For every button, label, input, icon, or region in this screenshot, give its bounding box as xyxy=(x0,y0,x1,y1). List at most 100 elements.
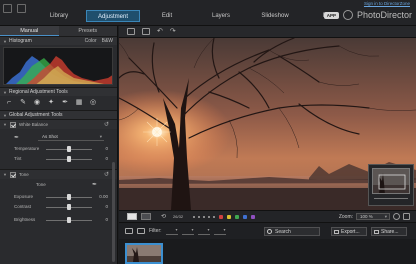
flag-red[interactable] xyxy=(219,214,224,219)
tone-body: Tone ✒ Exposure 0.00 Contrast 0 Brightne… xyxy=(0,179,117,231)
white-balance-checkbox[interactable] xyxy=(9,121,16,128)
fullscreen-icon[interactable] xyxy=(403,213,410,220)
filter-label: Filter: xyxy=(149,228,162,234)
rotate-icon[interactable]: ⟲ xyxy=(161,213,166,220)
rating-stars[interactable] xyxy=(193,215,216,218)
tab-layers[interactable]: Layers xyxy=(194,10,248,22)
filmstrip-thumbnail-selected[interactable] xyxy=(125,243,163,264)
tab-presets[interactable]: Presets xyxy=(58,26,117,36)
temperature-value[interactable]: 0 xyxy=(105,146,108,151)
flag-yellow[interactable] xyxy=(227,214,232,219)
single-view-button[interactable] xyxy=(127,213,137,220)
filter-rating-select[interactable] xyxy=(165,227,178,235)
undo-icon[interactable]: ↶ xyxy=(157,28,163,35)
signin-link[interactable]: Sign in to DirectorZone xyxy=(364,1,410,6)
histogram-title: Histogram xyxy=(8,37,32,44)
filter-sort-select[interactable] xyxy=(213,227,226,235)
folder-icon[interactable] xyxy=(127,28,135,35)
settings-icon[interactable] xyxy=(17,4,26,13)
navigator-thumbnail[interactable] xyxy=(372,168,410,194)
export-button[interactable]: Export... xyxy=(331,227,367,236)
tone-header[interactable]: ▼ Tone ↺ xyxy=(0,169,117,179)
brightness-slider[interactable]: Brightness 0 xyxy=(14,216,108,224)
histogram-header[interactable]: ▼ Histogram Color B&W xyxy=(0,36,117,45)
exposure-value[interactable]: 0.00 xyxy=(99,194,108,199)
filter-color-select[interactable] xyxy=(197,227,210,235)
white-balance-preset-select[interactable]: As Shot xyxy=(38,133,104,141)
image-toolbar: ↶ ↷ xyxy=(119,26,416,38)
exposure-label: Exposure xyxy=(14,194,34,199)
contrast-slider[interactable]: Contrast 0 xyxy=(14,203,108,211)
global-tools-header[interactable]: ▼ Global Adjustment Tools xyxy=(0,110,117,119)
tint-value[interactable]: 0 xyxy=(105,156,108,161)
flag-blue[interactable] xyxy=(243,214,248,219)
share-icon xyxy=(374,230,379,234)
tint-slider[interactable]: Tint 0 xyxy=(14,155,108,163)
filter-bar: Filter: Search Export... Share... xyxy=(119,222,416,239)
tone-checkbox[interactable] xyxy=(9,171,16,178)
panel-tabs: Manual Presets xyxy=(0,26,117,36)
navigator-preview[interactable] xyxy=(368,164,414,206)
flag-purple[interactable] xyxy=(251,214,256,219)
regional-tools-row: ⌐ ✎ ◉ ✦ ✒ ▦ ◎ xyxy=(0,96,117,110)
exposure-slider[interactable]: Exposure 0.00 xyxy=(14,193,108,201)
collapse-caret-icon: ▼ xyxy=(3,89,7,95)
brightness-value[interactable]: 0 xyxy=(105,217,108,222)
red-eye-icon[interactable]: ✦ xyxy=(47,99,55,107)
histogram-bw-toggle[interactable]: B&W xyxy=(102,37,113,46)
tab-edit[interactable]: Edit xyxy=(140,10,194,22)
filter-flag-select[interactable] xyxy=(181,227,194,235)
brush-icon[interactable]: ✎ xyxy=(19,99,27,107)
share-label: Share... xyxy=(381,229,399,235)
compare-view-button[interactable] xyxy=(141,213,151,220)
window-controls xyxy=(3,4,26,13)
search-input[interactable]: Search xyxy=(264,227,320,236)
search-label: Search xyxy=(275,229,291,235)
radial-icon[interactable]: ◎ xyxy=(89,99,97,107)
reset-icon[interactable]: ↺ xyxy=(104,121,109,128)
eye-icon[interactable]: ◉ xyxy=(33,99,41,107)
dropper-icon[interactable]: ✒ xyxy=(61,99,69,107)
slider-thumb[interactable] xyxy=(67,204,71,210)
collapse-caret-icon: ▼ xyxy=(3,38,7,44)
navigator-zoom-slider[interactable] xyxy=(372,196,410,201)
eyedropper-icon[interactable]: ✒ xyxy=(14,134,19,141)
redo-icon[interactable]: ↷ xyxy=(170,28,176,35)
reset-icon[interactable]: ↺ xyxy=(104,171,109,178)
app-badge[interactable]: APP xyxy=(323,11,339,19)
regional-tools-title: Regional Adjustment Tools xyxy=(8,88,68,95)
slider-thumb[interactable] xyxy=(67,156,71,162)
white-balance-title: White Balance xyxy=(18,122,48,127)
tab-manual[interactable]: Manual xyxy=(0,26,59,36)
tab-library[interactable]: Library xyxy=(32,10,86,22)
crop-icon[interactable]: ⌐ xyxy=(5,99,13,107)
slider-thumb[interactable] xyxy=(67,146,71,152)
collapse-caret-icon: ▼ xyxy=(3,172,7,177)
file-menu-icon[interactable] xyxy=(3,4,12,13)
tab-slideshow[interactable]: Slideshow xyxy=(248,10,302,22)
white-balance-header[interactable]: ▼ White Balance ↺ xyxy=(0,119,117,129)
filmstrip xyxy=(119,239,416,264)
panel-scrollbar[interactable] xyxy=(112,162,115,262)
temperature-slider[interactable]: Temperature 0 xyxy=(14,145,108,153)
zoom-fit-icon[interactable] xyxy=(393,213,400,220)
zoom-select[interactable]: 100 % xyxy=(356,213,390,220)
search-icon xyxy=(267,229,272,234)
tint-label: Tint xyxy=(14,156,22,161)
flag-green[interactable] xyxy=(235,214,240,219)
gradient-icon[interactable]: ▦ xyxy=(75,99,83,107)
photo-viewer[interactable] xyxy=(119,38,416,210)
slider-thumb[interactable] xyxy=(67,217,71,223)
share-button[interactable]: Share... xyxy=(371,227,407,236)
slider-thumb[interactable] xyxy=(67,194,71,200)
cloud-icon[interactable] xyxy=(142,28,150,35)
regional-tools-header[interactable]: ▼ Regional Adjustment Tools xyxy=(0,87,117,96)
list-view-icon[interactable] xyxy=(137,228,145,234)
histogram-color-toggle[interactable]: Color xyxy=(85,37,97,46)
tab-adjustment[interactable]: Adjustment xyxy=(86,10,140,22)
grid-view-icon[interactable] xyxy=(125,228,133,234)
export-icon xyxy=(334,230,339,234)
export-label: Export... xyxy=(341,229,360,235)
tone-tool-icon[interactable]: ✒ xyxy=(92,181,97,188)
contrast-value[interactable]: 0 xyxy=(105,204,108,209)
